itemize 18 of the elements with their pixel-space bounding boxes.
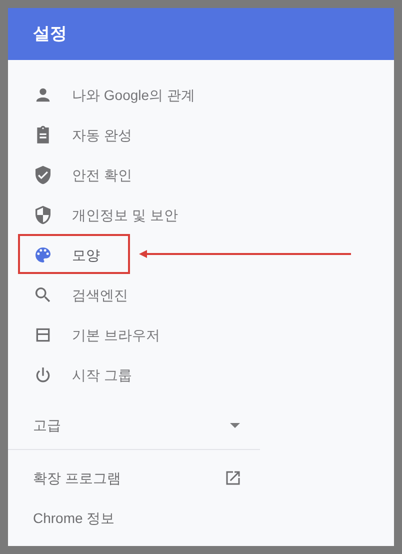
menu-item[interactable]: 개인정보 및 보안: [8, 195, 260, 235]
section-label[interactable]: 고급: [33, 414, 61, 436]
palette-icon: [33, 245, 53, 265]
menu-link[interactable]: Chrome 정보: [33, 508, 115, 528]
menu-item[interactable]: 시작 그룹: [8, 355, 260, 395]
external-link-icon[interactable]: [224, 469, 242, 487]
caret-icon[interactable]: [230, 422, 240, 428]
shield-icon: [33, 205, 53, 225]
menu-item[interactable]: 검색엔진: [8, 275, 260, 315]
menu-item[interactable]: 모양: [8, 235, 260, 275]
menu-link[interactable]: 확장 프로그램: [33, 468, 121, 488]
menu-item[interactable]: 기본 브라우저: [8, 315, 260, 355]
page-title: 설정: [33, 23, 67, 46]
menu-item[interactable]: 나와 Google의 관계: [8, 75, 260, 115]
menu-item[interactable]: 자동 완성: [8, 115, 260, 155]
shield-check-icon: [33, 165, 53, 185]
menu-item[interactable]: 안전 확인: [8, 155, 260, 195]
search-icon: [33, 285, 53, 305]
